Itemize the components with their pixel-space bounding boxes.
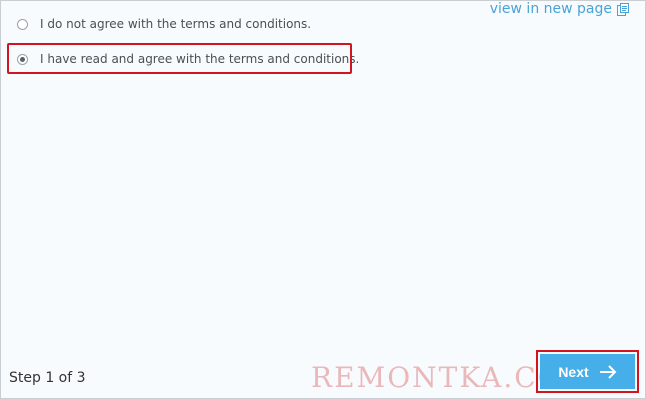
- radio-selected-dot: [20, 56, 25, 62]
- option-agree-label: I have read and agree with the terms and…: [40, 52, 360, 66]
- radio-disagree[interactable]: [17, 18, 28, 30]
- step-indicator: Step 1 of 3: [9, 370, 86, 386]
- radio-agree[interactable]: [17, 53, 28, 65]
- dialog-frame: view in new page I do not agree with the…: [0, 0, 646, 399]
- arrow-right-icon: [599, 364, 617, 379]
- external-page-icon[interactable]: [617, 2, 629, 16]
- next-button[interactable]: Next: [540, 354, 635, 389]
- next-button-label: Next: [558, 363, 589, 380]
- option-disagree[interactable]: I do not agree with the terms and condit…: [17, 17, 311, 31]
- option-agree[interactable]: I have read and agree with the terms and…: [17, 52, 359, 66]
- option-disagree-label: I do not agree with the terms and condit…: [40, 17, 312, 31]
- view-in-new-page-link[interactable]: view in new page: [490, 1, 629, 17]
- view-in-new-page-label[interactable]: view in new page: [490, 1, 612, 17]
